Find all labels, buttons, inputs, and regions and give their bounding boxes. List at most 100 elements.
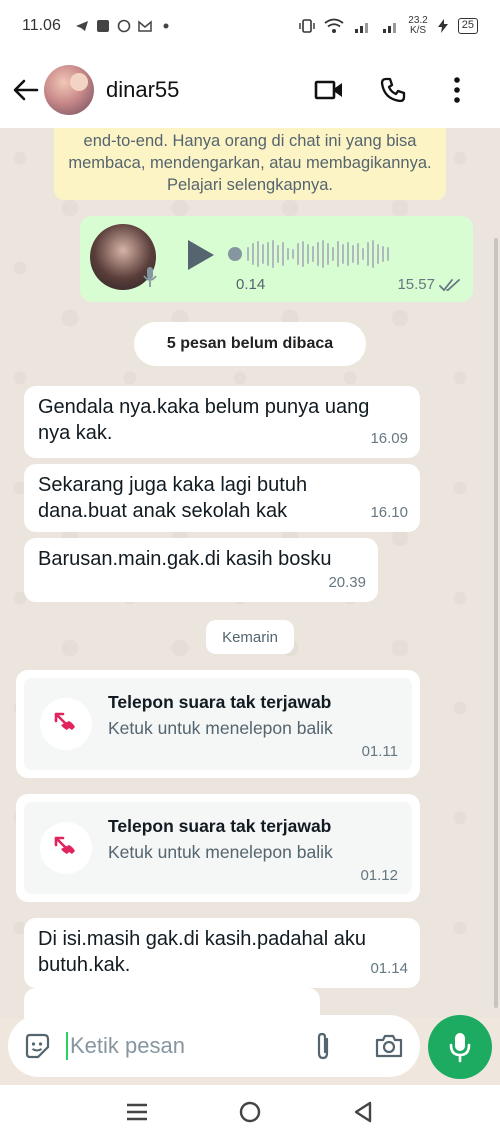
more-options-button[interactable] xyxy=(442,75,472,105)
incoming-message[interactable]: Di isi.masih gak.di kasih.padahal aku bu… xyxy=(24,918,420,988)
chat-area[interactable]: end-to-end. Hanya orang di chat ini yang… xyxy=(0,128,500,1018)
telegram-icon xyxy=(75,21,88,31)
compose-area: Ketik pesan xyxy=(0,1005,500,1085)
incoming-message[interactable]: Barusan.main.gak.di kasih bosku 20.39 xyxy=(24,538,378,602)
voice-call-button[interactable] xyxy=(378,75,408,105)
battery-indicator: 25 xyxy=(457,18,478,34)
waveform-bar xyxy=(262,244,264,264)
call-title: Telepon suara tak terjawab xyxy=(108,816,332,836)
play-icon xyxy=(188,240,214,270)
missed-call-icon xyxy=(54,836,75,854)
waveform-bar xyxy=(317,242,319,266)
paperclip-icon xyxy=(317,1032,329,1060)
waveform-bar xyxy=(277,245,279,263)
gmail-icon xyxy=(138,20,152,32)
signal-1-icon xyxy=(355,23,369,33)
voice-waveform[interactable] xyxy=(228,238,389,270)
call-subtitle: Ketuk untuk menelepon balik xyxy=(108,718,333,738)
camera-button[interactable] xyxy=(372,1031,406,1061)
incoming-message[interactable]: Gendala nya.kaka belum punya uang nya ka… xyxy=(24,386,420,458)
incoming-message[interactable]: Sekarang juga kaka lagi butuh dana.buat … xyxy=(24,464,420,532)
waveform-scrubber[interactable] xyxy=(228,247,242,261)
message-time: 01.14 xyxy=(370,960,408,977)
waveform-bar xyxy=(362,248,364,260)
voice-record-button[interactable] xyxy=(428,1015,492,1079)
missed-call-icon xyxy=(54,712,75,730)
sticker-button[interactable] xyxy=(22,1031,52,1061)
waveform-bar xyxy=(387,247,389,261)
status-bar: 11.06 23.2 K/S 25 xyxy=(0,0,500,52)
message-input-box[interactable]: Ketik pesan xyxy=(8,1015,420,1077)
missed-call-card[interactable]: Telepon suara tak terjawab Ketuk untuk m… xyxy=(16,670,420,778)
waveform-bar xyxy=(287,248,289,260)
voice-message-bubble[interactable]: 0.14 15.57 xyxy=(80,216,473,302)
back-triangle-icon xyxy=(355,1101,372,1123)
home-circle-icon xyxy=(239,1101,261,1123)
contact-name[interactable]: dinar55 xyxy=(106,77,179,103)
double-check-icon xyxy=(439,278,460,291)
wifi-icon xyxy=(324,18,344,33)
video-call-button[interactable] xyxy=(314,75,344,105)
message-text: Gendala nya.kaka belum punya uang nya ka… xyxy=(38,396,370,444)
waveform-bar xyxy=(347,242,349,266)
sticker-icon xyxy=(25,1033,50,1059)
phone-icon xyxy=(380,77,406,103)
waveform-bar xyxy=(302,241,304,267)
waveform-bar xyxy=(312,246,314,262)
charging-bolt-icon xyxy=(437,19,448,33)
video-call-icon xyxy=(314,80,342,100)
voice-position: 0.14 xyxy=(236,276,266,293)
more-notifications-dot-icon xyxy=(163,23,169,29)
message-text: Sekarang juga kaka lagi butuh dana.buat … xyxy=(38,474,308,522)
message-time: 16.10 xyxy=(370,504,408,521)
voice-timestamp-area: 15.57 xyxy=(397,276,461,293)
waveform-bar xyxy=(332,247,334,261)
waveform-bar xyxy=(382,246,384,262)
call-time: 01.11 xyxy=(361,743,398,760)
message-input-placeholder[interactable]: Ketik pesan xyxy=(70,1033,185,1059)
waveform-bar xyxy=(257,241,259,267)
text-cursor xyxy=(66,1032,68,1060)
attach-button[interactable] xyxy=(308,1031,338,1061)
date-divider: Kemarin xyxy=(206,620,294,654)
message-time: 20.39 xyxy=(328,574,366,591)
back-button[interactable] xyxy=(12,76,40,104)
waveform-bar xyxy=(337,241,339,267)
message-time: 16.09 xyxy=(370,430,408,447)
voice-time: 15.57 xyxy=(397,276,435,293)
waveform-bar xyxy=(357,243,359,265)
waveform-bar xyxy=(247,247,249,261)
missed-call-icon-wrap xyxy=(40,698,92,750)
message-text: Barusan.main.gak.di kasih bosku xyxy=(38,548,332,570)
waveform-bar xyxy=(322,240,324,268)
waveform-bar xyxy=(342,244,344,264)
signal-2-icon xyxy=(383,23,397,33)
contact-avatar[interactable] xyxy=(44,65,94,115)
missed-call-card[interactable]: Telepon suara tak terjawab Ketuk untuk m… xyxy=(16,794,420,902)
call-time: 01.12 xyxy=(360,867,398,884)
waveform-bar xyxy=(292,249,294,259)
waveform-bar xyxy=(297,243,299,265)
call-title: Telepon suara tak terjawab xyxy=(108,692,332,712)
network-speed: 23.2 K/S xyxy=(408,16,427,36)
encryption-notice[interactable]: end-to-end. Hanya orang di chat ini yang… xyxy=(54,128,446,200)
recents-button[interactable] xyxy=(122,1097,152,1127)
play-button[interactable] xyxy=(184,238,216,277)
mic-icon xyxy=(449,1033,471,1063)
waveform-bar xyxy=(352,245,354,263)
missed-call-icon-wrap xyxy=(40,822,92,874)
gallery-icon xyxy=(96,20,109,32)
message-text: Di isi.masih gak.di kasih.padahal aku bu… xyxy=(38,928,366,976)
vibrate-icon xyxy=(299,19,315,33)
status-time: 11.06 xyxy=(22,17,61,34)
waveform-bar xyxy=(307,244,309,264)
recents-menu-icon xyxy=(126,1103,147,1121)
waveform-bar xyxy=(372,240,374,268)
home-button[interactable] xyxy=(235,1097,265,1127)
waveform-bar xyxy=(367,242,369,266)
back-nav-button[interactable] xyxy=(348,1097,378,1127)
camera-icon xyxy=(375,1034,403,1058)
whatsapp-icon xyxy=(117,19,131,33)
waveform-bar xyxy=(272,240,274,268)
chat-scrollbar[interactable] xyxy=(494,238,498,1008)
